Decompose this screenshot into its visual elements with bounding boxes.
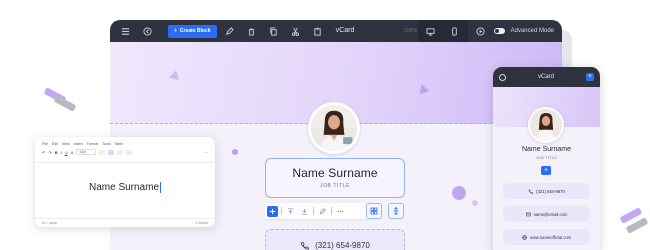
- redo-icon[interactable]: ↷: [48, 150, 51, 155]
- preview-icon[interactable]: [474, 24, 488, 38]
- text-editor-statusbar: h1 › span 2 words: [35, 218, 215, 227]
- profile-avatar[interactable]: [308, 102, 360, 154]
- mobile-email-row[interactable]: name@email.com: [503, 206, 590, 222]
- toolbar-right: Advanced Mode: [417, 20, 554, 42]
- menu-edit[interactable]: Edit: [52, 142, 58, 146]
- vertical-resize-icon: [393, 207, 399, 215]
- editor-toolbar: + Create Block vCard 100% Advanced Mode: [110, 20, 562, 42]
- decorative-triangle: [416, 82, 430, 95]
- font-size-select[interactable]: 10pt: [76, 149, 97, 155]
- italic-icon[interactable]: I: [61, 150, 62, 155]
- align-left-icon[interactable]: [99, 149, 106, 155]
- back-icon[interactable]: [140, 24, 154, 38]
- grid-layout-button[interactable]: [366, 203, 382, 219]
- mobile-add-button[interactable]: +: [541, 166, 551, 175]
- menu-format[interactable]: Format: [87, 142, 98, 146]
- mobile-preview: vCard + Name Surname JOB TITLE + (321) 6…: [493, 67, 600, 250]
- word-count: 2 words: [195, 221, 208, 225]
- mobile-icon[interactable]: [448, 24, 462, 38]
- more-icon[interactable]: [335, 206, 346, 217]
- decorative-dot: [472, 200, 478, 206]
- menu-table[interactable]: Table: [115, 142, 124, 146]
- back-icon[interactable]: [499, 73, 506, 81]
- menu-view[interactable]: View: [62, 142, 70, 146]
- globe-icon: [522, 234, 527, 240]
- create-block-button[interactable]: + Create Block: [168, 24, 217, 38]
- mobile-avatar: [528, 107, 564, 143]
- device-switcher: [417, 20, 468, 42]
- text-editor-body[interactable]: Name Surname: [35, 162, 215, 212]
- menu-file[interactable]: File: [42, 142, 48, 146]
- text-editor-popup: File Edit View Insert Format Tools Table…: [35, 137, 215, 227]
- add-icon[interactable]: [267, 205, 278, 217]
- phone-number: (321) 654-9870: [315, 240, 370, 250]
- bold-icon[interactable]: B: [55, 150, 58, 155]
- mobile-website: www.nameofficial.com: [529, 234, 572, 240]
- phone-block[interactable]: (321) 654-9870: [265, 229, 405, 250]
- separator: [313, 207, 314, 215]
- mobile-email: name@email.com: [533, 211, 568, 217]
- pen-icon[interactable]: [223, 24, 237, 38]
- text-caret: [160, 182, 162, 193]
- resize-button[interactable]: [388, 203, 404, 219]
- advanced-mode-toggle[interactable]: [493, 28, 505, 34]
- add-icon[interactable]: +: [585, 73, 594, 81]
- separator: [331, 207, 332, 215]
- stage: + Create Block vCard 100% Advanced Mode …: [0, 0, 650, 250]
- menu-icon[interactable]: [118, 24, 132, 38]
- separator: [281, 207, 282, 215]
- decorative-dot: [452, 186, 466, 200]
- element-path: h1 › span: [42, 221, 57, 225]
- underline-icon[interactable]: U: [65, 150, 68, 155]
- phone-icon: [528, 188, 534, 194]
- mail-icon: [525, 212, 531, 216]
- avatar-photo: [311, 105, 357, 151]
- cut-icon[interactable]: [289, 24, 303, 38]
- text-editor-content[interactable]: Name Surname: [89, 182, 159, 193]
- text-editor-menu: File Edit View Insert Format Tools Table: [35, 137, 215, 146]
- text-color-icon[interactable]: A: [71, 150, 74, 155]
- block-format-toolbar: [265, 203, 371, 219]
- create-block-label: Create Block: [179, 28, 211, 34]
- mobile-website-row[interactable]: www.nameofficial.com: [503, 229, 590, 245]
- align-center-icon[interactable]: [108, 149, 115, 155]
- mobile-title: vCard: [537, 74, 554, 80]
- avatar-photo: [530, 109, 562, 141]
- mobile-job-title: JOB TITLE: [535, 156, 558, 160]
- align-top-icon[interactable]: [285, 206, 296, 217]
- desktop-icon[interactable]: [424, 24, 438, 38]
- copy-icon[interactable]: [267, 24, 281, 38]
- card-job-title[interactable]: JOB TITLE: [266, 183, 404, 189]
- card-name[interactable]: Name Surname: [266, 166, 404, 180]
- name-block[interactable]: Name Surname JOB TITLE: [265, 158, 405, 198]
- plus-icon: +: [174, 28, 177, 34]
- align-right-icon[interactable]: [117, 149, 124, 155]
- advanced-mode-label: Advanced Mode: [510, 28, 554, 34]
- menu-insert[interactable]: Insert: [74, 142, 83, 146]
- trash-icon[interactable]: [245, 24, 259, 38]
- align-justify-icon[interactable]: [126, 149, 133, 155]
- undo-icon[interactable]: ↶: [42, 150, 45, 155]
- phone-icon: [301, 241, 310, 249]
- mobile-name: Name Surname: [521, 146, 572, 153]
- edit-icon[interactable]: [317, 206, 328, 217]
- decorative-triangle: [169, 68, 181, 81]
- more-options-icon[interactable]: ⋯: [204, 150, 208, 155]
- text-editor-toolbar: ↶ ↷ B I U A 10pt ⋯: [35, 146, 215, 158]
- align-bottom-icon[interactable]: [299, 206, 310, 217]
- editor-title: vCard: [335, 27, 355, 34]
- menu-tools[interactable]: Tools: [102, 142, 110, 146]
- decorative-dot: [232, 149, 238, 155]
- mobile-header: vCard +: [493, 67, 600, 87]
- grid-icon: [370, 207, 378, 215]
- zoom-level[interactable]: 100%: [404, 28, 417, 34]
- mobile-phone: (321) 654-9870: [536, 188, 565, 194]
- mobile-phone-row[interactable]: (321) 654-9870: [503, 183, 590, 199]
